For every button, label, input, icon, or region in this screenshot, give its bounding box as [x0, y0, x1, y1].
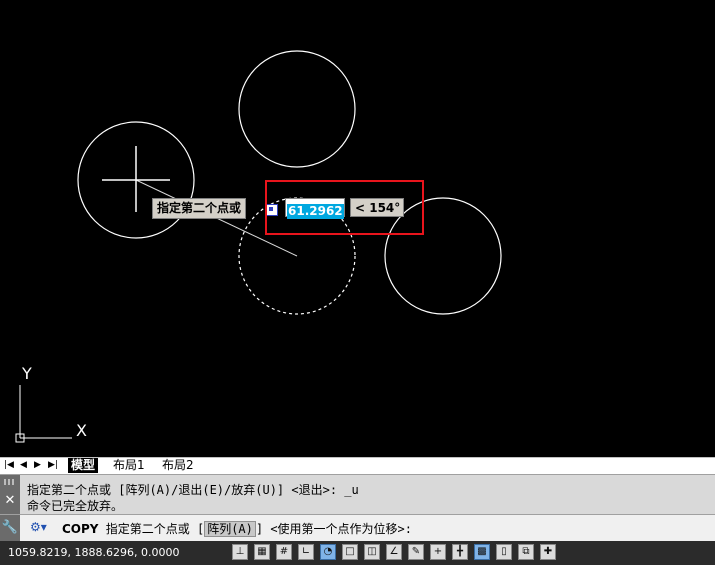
next-tab-button[interactable]: ▶ [34, 458, 41, 473]
command-prompt-icon[interactable]: ⚙▾ [30, 520, 47, 534]
close-icon[interactable]: ✕ [0, 493, 20, 509]
quick-properties-toggle-icon[interactable]: ▯ [496, 544, 512, 560]
annotation-monitor-toggle-icon[interactable]: ✚ [540, 544, 556, 560]
command-window-close[interactable]: ✕ [0, 475, 20, 515]
command-line[interactable]: 🔧 ⚙▾ COPY 指定第二个点或 [阵列(A)] <使用第一个点作为位移>: [0, 514, 715, 542]
prompt-after: ] <使用第一个点作为位移>: [255, 522, 412, 536]
ortho-toggle-icon[interactable]: ∟ [298, 544, 314, 560]
grip-handle-icon[interactable] [4, 479, 16, 485]
tab-layout1[interactable]: 布局1 [110, 458, 148, 473]
command-name: COPY [62, 522, 99, 536]
prev-tab-button[interactable]: ◀ [20, 458, 27, 473]
tab-layout2[interactable]: 布局2 [159, 458, 197, 473]
command-history: ✕ 指定第二个点或 [阵列(A)/退出(E)/放弃(U)] <退出>: _u 命… [0, 474, 715, 515]
ucs-x-label: X [76, 421, 87, 440]
array-option-button[interactable]: 阵列(A) [204, 521, 256, 537]
coordinate-readout[interactable]: 1059.8219, 1888.6296, 0.0000 [8, 541, 179, 565]
layout-tab-bar: |◀ ◀ ▶ ▶| 模型 布局1 布局2 [0, 457, 715, 474]
tab-model[interactable]: 模型 [68, 458, 99, 473]
history-line: 命令已完全放弃。 [27, 499, 124, 513]
transparency-toggle-icon[interactable]: ▩ [474, 544, 490, 560]
otrack-toggle-icon[interactable]: ∠ [386, 544, 402, 560]
status-bar: 1059.8219, 1888.6296, 0.0000 ⊥ ▦ # ∟ ◔ □ ◫ ∠ ✎ + ╋… [0, 541, 715, 565]
drawing-canvas[interactable]: Y X 指定第二个点或 61.2962 < 154° [0, 0, 715, 457]
infer-constraints-toggle-icon[interactable]: ⊥ [232, 544, 248, 560]
selection-cycling-toggle-icon[interactable]: ⧉ [518, 544, 534, 560]
prompt-before: 指定第二个点或 [ [105, 522, 205, 536]
highlight-annotation-box [265, 180, 424, 235]
polar-toggle-icon[interactable]: ◔ [320, 544, 336, 560]
history-line: 指定第二个点或 [阵列(A)/退出(E)/放弃(U)] <退出>: _u [27, 483, 359, 497]
dyn-toggle-icon[interactable]: + [430, 544, 446, 560]
osnap-toggle-icon[interactable]: □ [342, 544, 358, 560]
ducs-toggle-icon[interactable]: ✎ [408, 544, 424, 560]
ucs-icon [15, 385, 72, 443]
command-prompt-text: COPY 指定第二个点或 [阵列(A)] <使用第一个点作为位移>: [62, 520, 412, 537]
snap-toggle-icon[interactable]: ▦ [254, 544, 270, 560]
customize-wrench-icon[interactable]: 🔧 [0, 515, 20, 541]
circle-top [238, 50, 356, 168]
dynamic-input-prompt: 指定第二个点或 [152, 198, 247, 219]
grid-toggle-icon[interactable]: # [276, 544, 292, 560]
ucs-y-label: Y [22, 364, 32, 383]
last-tab-button[interactable]: ▶| [48, 458, 58, 473]
3d-osnap-toggle-icon[interactable]: ◫ [364, 544, 380, 560]
first-tab-button[interactable]: |◀ [4, 458, 14, 473]
lineweight-toggle-icon[interactable]: ╋ [452, 544, 468, 560]
